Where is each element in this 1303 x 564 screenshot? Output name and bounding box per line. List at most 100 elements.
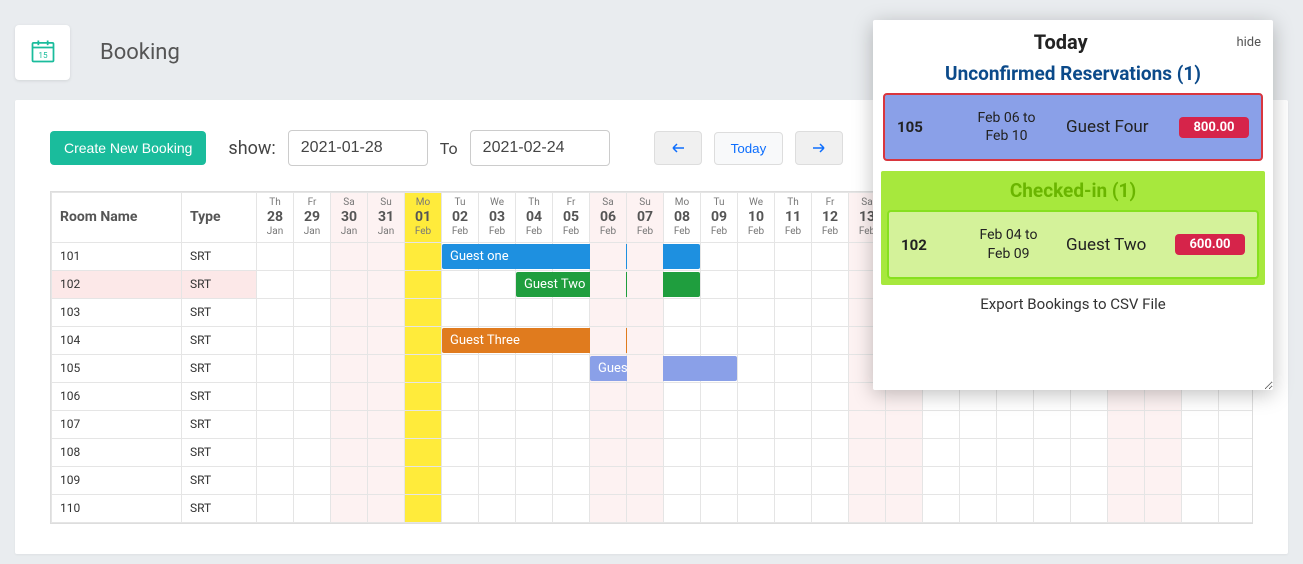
day-cell[interactable] (331, 382, 368, 410)
day-cell[interactable] (1145, 494, 1182, 522)
next-button[interactable] (795, 131, 843, 165)
day-cell[interactable] (664, 494, 701, 522)
today-panel[interactable]: Today hide Unconfirmed Reservations (1) … (873, 20, 1273, 390)
day-cell[interactable] (775, 298, 812, 326)
day-cell[interactable] (664, 466, 701, 494)
date-to-input[interactable] (470, 130, 610, 166)
day-cell[interactable] (331, 270, 368, 298)
day-cell[interactable] (923, 438, 960, 466)
room-name-cell[interactable]: 103 (52, 298, 182, 326)
day-cell[interactable] (997, 466, 1034, 494)
day-cell[interactable] (1108, 410, 1145, 438)
day-cell[interactable] (627, 298, 664, 326)
day-cell[interactable] (923, 494, 960, 522)
day-cell[interactable] (294, 326, 331, 354)
day-cell[interactable] (553, 410, 590, 438)
day-cell[interactable] (664, 270, 701, 298)
day-cell[interactable] (1182, 438, 1219, 466)
day-cell[interactable] (368, 438, 405, 466)
day-cell[interactable] (738, 494, 775, 522)
day-cell[interactable] (294, 242, 331, 270)
day-cell[interactable] (516, 354, 553, 382)
day-cell[interactable] (812, 410, 849, 438)
day-cell[interactable] (257, 354, 294, 382)
day-cell[interactable] (553, 382, 590, 410)
day-cell[interactable] (701, 438, 738, 466)
room-name-cell[interactable]: 106 (52, 382, 182, 410)
day-cell[interactable] (442, 354, 479, 382)
day-cell[interactable] (738, 298, 775, 326)
day-cell[interactable] (257, 382, 294, 410)
day-cell[interactable]: Guest Three (442, 326, 479, 354)
room-name-cell[interactable]: 107 (52, 410, 182, 438)
day-cell[interactable] (627, 410, 664, 438)
day-cell[interactable] (590, 466, 627, 494)
day-cell[interactable] (775, 354, 812, 382)
create-booking-button[interactable]: Create New Booking (50, 131, 206, 165)
day-cell[interactable] (627, 326, 664, 354)
day-cell[interactable] (1034, 494, 1071, 522)
day-cell[interactable] (553, 326, 590, 354)
day-cell[interactable] (257, 494, 294, 522)
room-name-cell[interactable]: 109 (52, 466, 182, 494)
day-cell[interactable] (479, 326, 516, 354)
day-cell[interactable] (516, 438, 553, 466)
day-cell[interactable] (849, 410, 886, 438)
day-cell[interactable] (664, 382, 701, 410)
day-cell[interactable] (812, 354, 849, 382)
day-cell[interactable] (886, 494, 923, 522)
day-cell[interactable] (479, 410, 516, 438)
day-cell[interactable] (331, 242, 368, 270)
day-cell[interactable] (960, 410, 997, 438)
day-cell[interactable] (775, 466, 812, 494)
day-cell[interactable] (701, 326, 738, 354)
day-cell[interactable] (627, 242, 664, 270)
day-cell[interactable] (479, 438, 516, 466)
day-cell[interactable] (516, 382, 553, 410)
day-cell[interactable] (590, 410, 627, 438)
day-cell[interactable] (405, 410, 442, 438)
export-csv-link[interactable]: Export Bookings to CSV File (873, 295, 1273, 313)
day-cell[interactable] (812, 298, 849, 326)
day-cell[interactable] (701, 382, 738, 410)
day-cell[interactable] (479, 382, 516, 410)
day-cell[interactable] (775, 494, 812, 522)
room-name-cell[interactable]: 102 (52, 270, 182, 298)
room-name-cell[interactable]: 110 (52, 494, 182, 522)
day-cell[interactable] (1219, 438, 1254, 466)
day-cell[interactable] (405, 354, 442, 382)
day-cell[interactable] (331, 438, 368, 466)
day-cell[interactable] (738, 382, 775, 410)
day-cell[interactable] (405, 242, 442, 270)
day-cell[interactable] (812, 382, 849, 410)
day-cell[interactable] (664, 354, 701, 382)
day-cell[interactable] (257, 410, 294, 438)
day-cell[interactable] (701, 494, 738, 522)
day-cell[interactable] (405, 438, 442, 466)
day-cell[interactable] (738, 354, 775, 382)
day-cell[interactable] (997, 494, 1034, 522)
day-cell[interactable] (775, 270, 812, 298)
day-cell[interactable] (590, 494, 627, 522)
day-cell[interactable] (849, 494, 886, 522)
day-cell[interactable] (479, 242, 516, 270)
day-cell[interactable]: Guest one (442, 242, 479, 270)
day-cell[interactable] (1145, 438, 1182, 466)
day-cell[interactable] (590, 298, 627, 326)
day-cell[interactable] (1219, 466, 1254, 494)
day-cell[interactable] (442, 270, 479, 298)
today-button[interactable]: Today (714, 132, 784, 165)
reservation-card[interactable]: 105Feb 06 toFeb 10Guest Four800.00 (883, 93, 1263, 161)
day-cell[interactable] (405, 326, 442, 354)
day-cell[interactable] (553, 270, 590, 298)
day-cell[interactable] (1219, 494, 1254, 522)
day-cell[interactable] (553, 438, 590, 466)
day-cell[interactable] (701, 466, 738, 494)
day-cell[interactable] (1034, 466, 1071, 494)
day-cell[interactable] (331, 410, 368, 438)
day-cell[interactable] (738, 242, 775, 270)
day-cell[interactable] (553, 242, 590, 270)
day-cell[interactable] (368, 466, 405, 494)
day-cell[interactable] (405, 466, 442, 494)
day-cell[interactable] (812, 466, 849, 494)
